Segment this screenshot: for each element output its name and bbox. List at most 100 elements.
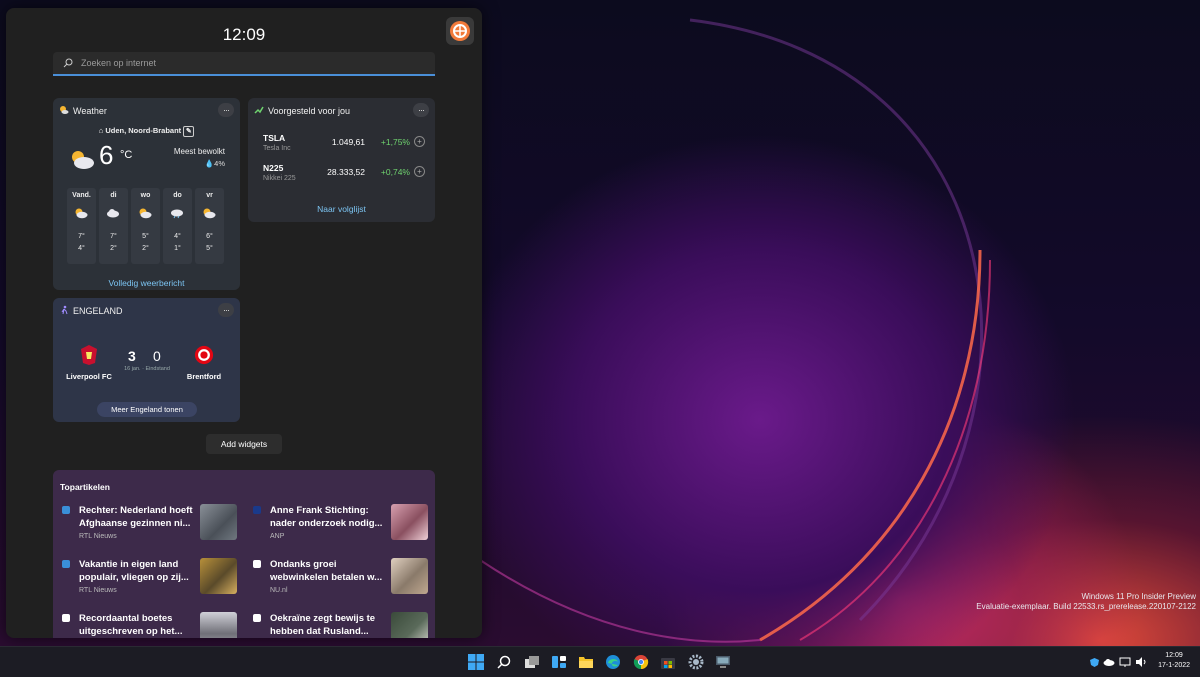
weather-sun-icon	[60, 106, 69, 114]
article-thumbnail	[200, 504, 237, 540]
forecast-day-name: vr	[206, 192, 213, 199]
top-stories-title: Topartikelen	[60, 482, 110, 492]
cloudy-icon	[72, 151, 94, 169]
forecast-day-name: di	[110, 192, 117, 199]
article-thumbnail	[391, 504, 428, 540]
weather-more-button[interactable]: ···	[218, 103, 234, 117]
running-icon	[61, 305, 68, 315]
news-article[interactable]: Recordaantal boetes uitgeschreven op het…	[62, 612, 242, 638]
away-score: 0	[153, 348, 161, 364]
forecast-day[interactable]: vr 6° 5°	[195, 188, 224, 264]
search-icon	[63, 58, 73, 68]
away-team[interactable]: Brentford	[174, 344, 234, 381]
article-source: ANP	[270, 533, 285, 540]
widgets-button[interactable]	[550, 653, 568, 671]
partly-cloudy-icon	[139, 208, 152, 219]
watermark-build: Evaluatie-exemplaar. Build 22533.rs_prer…	[976, 602, 1196, 611]
article-source: RTL Nieuws	[79, 533, 117, 540]
forecast-day[interactable]: di 7° 2°	[99, 188, 128, 264]
rain-cloud-icon	[171, 209, 183, 219]
store-button[interactable]	[659, 653, 677, 671]
edge-button[interactable]	[604, 653, 622, 671]
article-headline: Recordaantal boetes uitgeschreven op het…	[79, 613, 183, 637]
search-input[interactable]	[79, 57, 423, 69]
chrome-button[interactable]	[632, 653, 650, 671]
weather-location[interactable]: ⌂ Uden, Noord-Brabant ✎	[53, 126, 240, 137]
forecast-day-name: wo	[140, 192, 151, 199]
stock-row[interactable]: N225 Nikkei 225 28.333,52 +0,74% +	[263, 163, 425, 189]
gear-icon	[688, 654, 704, 670]
away-team-name: Brentford	[186, 372, 222, 381]
windows-watermark: Windows 11 Pro Insider Preview Evaluatie…	[976, 592, 1196, 612]
store-icon	[661, 658, 675, 669]
article-thumbnail	[200, 612, 237, 638]
forecast-day-name: Vand.	[72, 192, 91, 199]
forecast-day[interactable]: wo 5° 2°	[131, 188, 160, 264]
news-article[interactable]: Vakantie in eigen land populair, vliegen…	[62, 558, 242, 602]
stock-price: 28.333,52	[327, 167, 365, 177]
stock-name: Tesla Inc	[263, 145, 291, 152]
article-source: RTL Nieuws	[79, 587, 117, 594]
taskbar-clock[interactable]: 12:09 17-1-2022	[1158, 651, 1190, 671]
user-avatar[interactable]	[446, 17, 474, 45]
volume-tray-icon[interactable]	[1135, 653, 1147, 671]
news-article[interactable]: Rechter: Nederland hoeft Afghaanse gezin…	[62, 504, 242, 548]
stock-change: +0,74%	[380, 167, 410, 177]
onedrive-tray-icon[interactable]	[1103, 653, 1115, 671]
edit-location-icon[interactable]: ✎	[183, 126, 195, 137]
taskbar: 12:09 17-1-2022	[0, 646, 1200, 677]
match-info: 16 jan. · Eindstand	[124, 366, 170, 372]
add-to-watchlist-icon[interactable]: +	[414, 136, 425, 147]
forecast-low: 5°	[206, 245, 213, 252]
stocks-widget[interactable]: Voorgesteld voor jou ··· TSLA Tesla Inc …	[248, 98, 435, 222]
file-explorer-button[interactable]	[577, 653, 595, 671]
settings-button[interactable]	[687, 653, 705, 671]
forecast-low: 2°	[142, 245, 149, 252]
stocks-more-button[interactable]: ···	[413, 103, 429, 117]
remote-desktop-button[interactable]	[714, 653, 732, 671]
defender-tray-icon[interactable]	[1088, 653, 1100, 671]
article-source: NU.nl	[270, 587, 288, 594]
precipitation: 💧4%	[205, 159, 225, 168]
cloud-icon	[107, 209, 119, 218]
start-button[interactable]	[467, 653, 485, 671]
taskbar-time: 12:09	[1165, 652, 1183, 659]
sport-widget[interactable]: ENGELAND ··· Liverpool FC 3 0 16 jan. · …	[53, 298, 240, 422]
sport-more-button[interactable]: ···	[218, 303, 234, 317]
forecast-high: 4°	[174, 233, 181, 240]
windows-logo-icon	[468, 654, 484, 670]
forecast-low: 2°	[110, 245, 117, 252]
droplet-icon: 💧	[204, 159, 215, 168]
liverpool-crest-icon	[81, 345, 97, 365]
watchlist-link[interactable]: Naar volglijst	[248, 204, 435, 214]
article-headline: Vakantie in eigen land populair, vliegen…	[79, 559, 189, 583]
taskbar-date: 17-1-2022	[1158, 662, 1190, 669]
news-article[interactable]: Anne Frank Stichting: nader onderzoek no…	[253, 504, 433, 548]
add-to-watchlist-icon[interactable]: +	[414, 166, 425, 177]
daily-forecast: Vand. 7° 4° di 7° 2° wo 5° 2° do 4° 1° v…	[67, 188, 224, 264]
folder-icon	[579, 657, 593, 668]
home-team-name: Liverpool FC	[66, 372, 112, 381]
avatar-icon	[450, 21, 470, 41]
forecast-day[interactable]: Vand. 7° 4°	[67, 188, 96, 264]
nu-nl-icon	[253, 560, 261, 568]
add-widgets-button[interactable]: Add widgets	[206, 434, 282, 454]
nu-nl-icon	[253, 614, 261, 622]
forecast-day[interactable]: do 4° 1°	[163, 188, 192, 264]
stock-row[interactable]: TSLA Tesla Inc 1.049,61 +1,75% +	[263, 133, 425, 159]
more-england-button[interactable]: Meer Engeland tonen	[97, 402, 197, 417]
cloud-icon	[1103, 659, 1115, 666]
home-team[interactable]: Liverpool FC	[59, 344, 119, 381]
news-article[interactable]: Ondanks groei webwinkelen betalen w... N…	[253, 558, 433, 602]
forecast-high: 6°	[206, 233, 213, 240]
taskbar-search-button[interactable]	[495, 653, 513, 671]
full-forecast-link[interactable]: Volledig weerbericht	[53, 278, 240, 288]
web-search-box[interactable]	[53, 52, 435, 76]
forecast-high: 5°	[142, 233, 149, 240]
network-tray-icon[interactable]	[1119, 653, 1131, 671]
task-view-button[interactable]	[523, 653, 541, 671]
panel-clock: 12:09	[222, 25, 266, 44]
weather-widget[interactable]: Weather ··· ⌂ Uden, Noord-Brabant ✎ 6 °C…	[53, 98, 240, 290]
news-article[interactable]: Oekraïne zegt bewijs te hebben dat Rusla…	[253, 612, 433, 638]
stock-change: +1,75%	[380, 137, 410, 147]
